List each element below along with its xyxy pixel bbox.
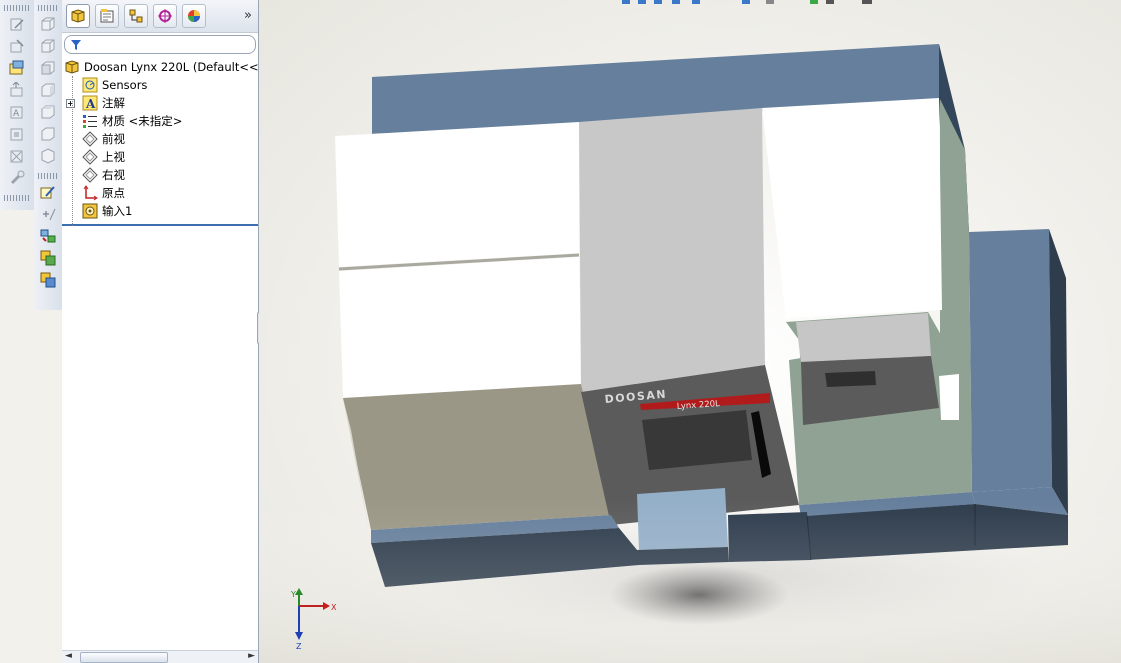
repair-icon[interactable] (8, 169, 26, 187)
svg-text:A: A (85, 97, 96, 111)
right-view-icon[interactable] (39, 81, 57, 99)
mirror-entity-icon[interactable] (39, 271, 57, 289)
copy-entity-icon[interactable] (39, 249, 57, 267)
smart-dimension-icon[interactable] (8, 37, 26, 55)
scroll-right-icon[interactable]: ► (248, 651, 255, 661)
tree-filter-input[interactable] (64, 35, 256, 54)
tree-rollback-bar[interactable] (62, 224, 258, 226)
feature-tree: Doosan Lynx 220L (Default<<Defa Sensors … (62, 58, 258, 226)
horizontal-scrollbar[interactable]: ◄ ► (62, 650, 258, 663)
tree-item-sensors[interactable]: Sensors (62, 76, 258, 94)
plane-icon (82, 149, 98, 165)
sensors-icon (82, 77, 98, 93)
toolbar-grip[interactable] (38, 173, 58, 179)
display-manager-tab[interactable] (182, 4, 206, 28)
left-upper-door (335, 122, 579, 267)
tree-root-item[interactable]: Doosan Lynx 220L (Default<<Defa (64, 58, 258, 76)
tree-item-annotations[interactable]: A 注解 (62, 94, 258, 112)
imported-body-icon (82, 203, 98, 219)
add-relation-icon[interactable] (39, 205, 57, 223)
toolbar-grip[interactable] (4, 195, 30, 201)
tree-item-front-plane[interactable]: 前视 (62, 130, 258, 148)
block-icon[interactable] (8, 125, 26, 143)
toolbar-grip[interactable] (4, 5, 30, 11)
chevron-right-icon[interactable]: » (244, 8, 252, 23)
graphics-viewport[interactable]: DOOSAN Lynx 220L Y X Z (259, 0, 1121, 663)
annotations-icon: A (82, 95, 98, 111)
coordinate-triad: Y X Z (290, 588, 337, 650)
propertymanager-icon (100, 9, 114, 23)
sketch-toolbar: A (0, 0, 35, 210)
material-icon (82, 113, 98, 129)
edit-sketch-icon[interactable] (39, 183, 57, 201)
snap-icon[interactable] (8, 147, 26, 165)
configurationmanager-tab[interactable] (124, 4, 148, 28)
left-lower-door (339, 257, 581, 398)
insert-picture-icon[interactable] (8, 59, 26, 77)
export-icon[interactable] (8, 81, 26, 99)
configurationmanager-icon (129, 9, 143, 23)
machine-model: DOOSAN Lynx 220L (259, 44, 1121, 663)
control-screen (642, 410, 752, 470)
triad-x-label: X (331, 603, 337, 612)
scroll-left-icon[interactable]: ◄ (65, 651, 72, 661)
propertymanager-tab[interactable] (95, 4, 119, 28)
svg-text:A: A (13, 109, 20, 119)
display-manager-icon (188, 10, 200, 22)
move-entity-icon[interactable] (39, 227, 57, 245)
origin-icon (82, 185, 98, 201)
tree-item-material[interactable]: 材质 <未指定> (62, 112, 258, 130)
expand-icon[interactable] (66, 98, 76, 108)
feature-manager-panel: » Doosan Lynx 220L (Default<<Defa Sensor… (62, 0, 259, 663)
tree-item-right-plane[interactable]: 右视 (62, 166, 258, 184)
plane-icon (82, 131, 98, 147)
right-tower (969, 229, 1052, 492)
tree-root-label: Doosan Lynx 220L (Default<<Defa (84, 60, 258, 74)
left-view-icon[interactable] (39, 59, 57, 77)
center-tower (579, 108, 765, 392)
isometric-view-icon[interactable] (39, 147, 57, 165)
dimxpert-icon (158, 9, 172, 23)
plane-icon (82, 167, 98, 183)
front-view-icon[interactable] (39, 15, 57, 33)
toolbar-grip[interactable] (38, 5, 58, 11)
featuremanager-tab[interactable] (66, 4, 90, 28)
top-view-icon[interactable] (39, 103, 57, 121)
tree-item-top-plane[interactable]: 上视 (62, 148, 258, 166)
triad-y-label: Y (290, 590, 296, 599)
triad-z-label: Z (296, 642, 302, 650)
panel-tab-bar: » (62, 0, 258, 33)
text-icon[interactable]: A (8, 103, 26, 121)
right-white-block (762, 98, 942, 318)
sketch-icon[interactable] (8, 15, 26, 33)
filter-icon (71, 39, 81, 50)
featuremanager-icon (71, 9, 85, 23)
part-icon (64, 59, 80, 75)
tree-item-origin[interactable]: 原点 (62, 184, 258, 202)
view-toolbar (34, 0, 63, 310)
heads-up-toolbar[interactable] (614, 0, 884, 6)
dimxpert-tab[interactable] (153, 4, 177, 28)
back-view-icon[interactable] (39, 37, 57, 55)
tree-item-imported1[interactable]: 输入1 (62, 202, 258, 220)
scrollbar-thumb[interactable] (80, 652, 168, 663)
bottom-view-icon[interactable] (39, 125, 57, 143)
